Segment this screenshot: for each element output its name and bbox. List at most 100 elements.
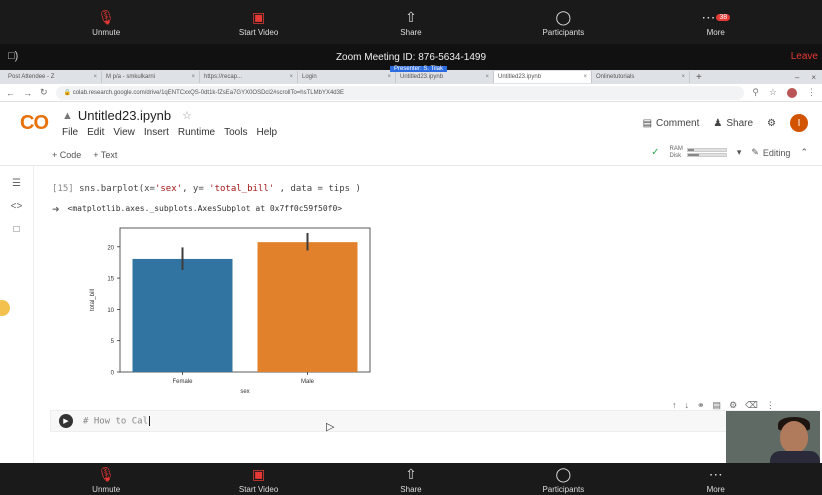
meeting-id: Zoom Meeting ID: 876-5634-1499 <box>335 51 487 63</box>
cell-toolbar: ↑ ↓ ⚭ ▤ ⚙ ⌫ ⋮ <box>672 400 775 411</box>
menu-bar: File Edit View Insert Runtime Tools Help <box>62 127 277 138</box>
mouse-cursor: ▷ <box>326 421 335 433</box>
next-code-cell[interactable]: ▶ # How to Cal <box>50 410 818 432</box>
close-icon[interactable]: × <box>289 74 293 80</box>
profile-icon[interactable] <box>787 87 797 98</box>
back-icon[interactable]: ← <box>6 88 15 98</box>
close-icon[interactable]: × <box>681 74 685 80</box>
colab-logo[interactable]: CO <box>20 112 49 135</box>
leave-button[interactable]: Leave <box>791 51 818 62</box>
link-icon[interactable]: ⚭ <box>697 400 705 411</box>
close-icon[interactable]: × <box>583 74 587 80</box>
audio-icon[interactable]: □) <box>8 50 18 62</box>
browser-tab[interactable]: https://recap... × <box>200 71 298 83</box>
browser-tab[interactable]: Untitled23.ipynb × <box>396 71 494 83</box>
more-icon: ⋯ <box>708 466 723 482</box>
minimize-icon[interactable]: – <box>795 73 799 82</box>
browser-tab[interactable]: Post Attendee - Z × <box>4 71 102 83</box>
chart-svg: 0 5 10 15 20 Female Male sex total_bill <box>90 227 371 395</box>
add-text-button[interactable]: + Text <box>93 150 117 160</box>
cell-menu-icon[interactable]: ⋮ <box>766 400 775 411</box>
chevron-down-icon[interactable]: ▾ <box>737 147 742 158</box>
x-tick-label: Female <box>172 379 193 385</box>
ram-bar <box>686 148 727 152</box>
forward-icon[interactable]: → <box>23 88 32 98</box>
y-tick-label: 5 <box>111 339 115 345</box>
address-bar-actions: ⚲ ☆ ⋮ <box>752 87 816 98</box>
editing-mode-button[interactable]: ✎ Editing <box>751 147 790 158</box>
share-button[interactable]: ⇧ Share <box>366 465 456 494</box>
close-window-icon[interactable]: × <box>811 73 816 82</box>
zoom-icon[interactable]: ⚲ <box>752 87 759 98</box>
ram-disk-indicator[interactable]: RAM Disk <box>670 146 727 159</box>
gear-icon[interactable]: ⚙ <box>767 118 776 129</box>
menu-file[interactable]: File <box>62 127 78 138</box>
run-cell-button[interactable]: ▶ <box>59 414 73 428</box>
more-button[interactable]: ⋯ More <box>671 465 761 494</box>
browser-tab[interactable]: Onlinetutorials × <box>592 71 690 83</box>
avatar[interactable]: I <box>790 114 808 132</box>
webcam-thumbnail[interactable] <box>726 411 820 465</box>
menu-tools[interactable]: Tools <box>224 127 247 138</box>
reload-icon[interactable]: ↻ <box>40 87 48 98</box>
code-snippets-icon[interactable]: <> <box>0 201 33 212</box>
add-code-button[interactable]: + Code <box>52 150 81 160</box>
menu-insert[interactable]: Insert <box>144 127 169 138</box>
close-icon[interactable]: × <box>485 74 489 80</box>
url-field[interactable]: 🔒 colab.research.google.com/drive/1qENTC… <box>55 85 745 100</box>
colab-toolbar: + Code + Text ✓ RAM Disk ▾ ✎ Editing ⌃ <box>0 144 822 166</box>
mic-muted-icon: 🎙 <box>97 9 116 25</box>
delete-icon[interactable]: ⌫ <box>745 400 758 411</box>
presenter-label: Presenter: S. Tilak <box>390 66 448 72</box>
code-cell[interactable]: [15] sns.barplot(x='sex', y= 'total_bill… <box>52 184 792 215</box>
star-icon[interactable]: ☆ <box>182 109 192 122</box>
chevron-up-icon[interactable]: ⌃ <box>800 147 808 158</box>
menu-help[interactable]: Help <box>256 127 277 138</box>
output-icon[interactable]: ➜ <box>52 204 60 215</box>
menu-dots-icon[interactable]: ⋮ <box>807 87 816 98</box>
lock-icon: 🔒 <box>63 90 73 96</box>
browser-tab[interactable]: Login × <box>298 71 396 83</box>
text-caret <box>149 415 151 426</box>
y-tick-label: 10 <box>107 308 114 314</box>
x-axis-label: sex <box>240 389 249 395</box>
menu-runtime[interactable]: Runtime <box>178 127 215 138</box>
share-icon: ⇧ <box>405 9 417 25</box>
bookmark-star-icon[interactable]: ☆ <box>769 87 777 98</box>
comment-cell-icon[interactable]: ▤ <box>713 400 722 411</box>
notebook-title-area: ▲ Untitled23.ipynb ☆ File Edit View Inse… <box>62 108 277 138</box>
close-icon[interactable]: × <box>387 74 391 80</box>
video-off-icon: ▣ <box>251 466 266 482</box>
move-up-icon[interactable]: ↑ <box>672 400 677 411</box>
new-tab-button[interactable]: + <box>690 72 708 83</box>
share-notebook-button[interactable]: ♟ Share <box>713 118 753 129</box>
participants-button[interactable]: ◯ Participants <box>518 465 608 494</box>
x-tick-label: Male <box>301 379 315 385</box>
files-icon[interactable]: □ <box>0 224 33 235</box>
browser-tab[interactable]: M p/a - smkulkarni × <box>102 71 200 83</box>
toc-icon[interactable]: ☰ <box>0 178 33 189</box>
close-icon[interactable]: × <box>93 74 97 80</box>
drive-icon: ▲ <box>62 109 73 122</box>
participants-icon: ◯ <box>555 9 572 25</box>
move-down-icon[interactable]: ↓ <box>685 400 690 411</box>
zoom-bottom-toolbar: 🎙 Unmute ▣ Start Video ⇧ Share ◯ Partici… <box>0 463 822 495</box>
unmute-button[interactable]: 🎙 Unmute <box>61 465 151 494</box>
more-button[interactable]: ⋯ 38 More <box>671 8 761 37</box>
close-icon[interactable]: × <box>191 74 195 80</box>
notebook-title[interactable]: Untitled23.ipynb <box>78 108 171 123</box>
cell-settings-icon[interactable]: ⚙ <box>729 400 737 411</box>
bar-male <box>257 242 358 372</box>
start-video-button[interactable]: ▣ Start Video <box>214 8 304 37</box>
comment-button[interactable]: ▤ Comment <box>643 118 700 129</box>
unmute-button[interactable]: 🎙 Unmute <box>61 8 151 37</box>
menu-edit[interactable]: Edit <box>87 127 104 138</box>
y-tick-label: 20 <box>107 245 114 251</box>
next-cell-code[interactable]: # How to Cal <box>83 415 151 426</box>
participants-button[interactable]: ◯ Participants <box>518 8 608 37</box>
menu-view[interactable]: View <box>113 127 135 138</box>
start-video-button[interactable]: ▣ Start Video <box>214 465 304 494</box>
y-tick-label: 15 <box>107 277 114 283</box>
share-button[interactable]: ⇧ Share <box>366 8 456 37</box>
browser-tab-active[interactable]: Untitled23.ipynb × <box>494 71 592 83</box>
